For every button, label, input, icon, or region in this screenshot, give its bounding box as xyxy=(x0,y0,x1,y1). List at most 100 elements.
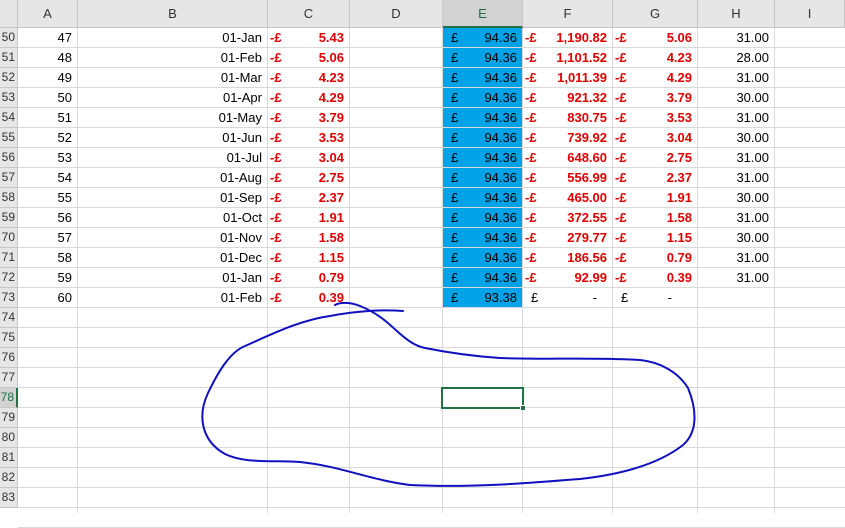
column-header-h[interactable]: H xyxy=(698,0,775,28)
cell-f[interactable]: - xyxy=(523,288,603,308)
column-header-a[interactable]: A xyxy=(18,0,78,28)
select-all-corner[interactable] xyxy=(0,0,18,28)
row-header-76[interactable]: 76 xyxy=(0,348,18,368)
row-header-77[interactable]: 77 xyxy=(0,368,18,388)
cell-h[interactable]: 31.00 xyxy=(698,148,775,168)
cell-c[interactable]: 0.39 xyxy=(268,288,350,308)
cell-h[interactable]: 31.00 xyxy=(698,168,775,188)
cell-e[interactable]: 94.36 xyxy=(443,268,523,288)
cell-a[interactable]: 48 xyxy=(18,48,78,68)
cell-f[interactable]: 648.60 xyxy=(523,148,613,168)
cell-h[interactable]: 30.00 xyxy=(698,88,775,108)
cell-c[interactable]: 4.23 xyxy=(268,68,350,88)
cell-c[interactable]: 2.75 xyxy=(268,168,350,188)
row-header-64[interactable]: 54 xyxy=(0,108,18,128)
row-header-63[interactable]: 53 xyxy=(0,88,18,108)
cell-e[interactable]: 93.38 xyxy=(443,288,523,308)
cell-e[interactable]: 94.36 xyxy=(443,108,523,128)
cell-c[interactable]: 1.58 xyxy=(268,228,350,248)
cell-c[interactable]: 1.91 xyxy=(268,208,350,228)
row-header-62[interactable]: 52 xyxy=(0,68,18,88)
cell-a[interactable]: 58 xyxy=(18,248,78,268)
cell-b[interactable]: 01-Dec xyxy=(78,248,268,268)
cell-c[interactable]: 5.43 xyxy=(268,28,350,48)
row-header-79[interactable]: 79 xyxy=(0,408,18,428)
cell-b[interactable]: 01-May xyxy=(78,108,268,128)
row-header-81[interactable]: 81 xyxy=(0,448,18,468)
spreadsheet-grid[interactable]: A B C D E F G H I 50 51 52 53 54 55 56 57 58 59 70 71 72 73 74 7… xyxy=(0,0,845,528)
cell-b[interactable]: 01-Jan xyxy=(78,268,268,288)
cell-e[interactable]: 94.36 xyxy=(443,68,523,88)
cell-h[interactable]: 31.00 xyxy=(698,108,775,128)
column-header-b[interactable]: B xyxy=(78,0,268,28)
cell-b[interactable]: 01-Jun xyxy=(78,128,268,148)
cell-e[interactable]: 94.36 xyxy=(443,248,523,268)
cell-a[interactable]: 59 xyxy=(18,268,78,288)
cell-f[interactable]: 279.77 xyxy=(523,228,613,248)
cell-f[interactable]: 830.75 xyxy=(523,108,613,128)
row-header-65[interactable]: 55 xyxy=(0,128,18,148)
cell-e[interactable]: 94.36 xyxy=(443,168,523,188)
row-header-75[interactable]: 75 xyxy=(0,328,18,348)
cell-a[interactable]: 56 xyxy=(18,208,78,228)
cell-b[interactable]: 01-Feb xyxy=(78,48,268,68)
cell-a[interactable]: 52 xyxy=(18,128,78,148)
cell-h[interactable]: 31.00 xyxy=(698,248,775,268)
row-header-74[interactable]: 74 xyxy=(0,308,18,328)
cell-b[interactable]: 01-Mar xyxy=(78,68,268,88)
cell-c[interactable]: 3.04 xyxy=(268,148,350,168)
row-header-72[interactable]: 72 xyxy=(0,268,18,288)
cell-f[interactable]: 465.00 xyxy=(523,188,613,208)
row-header-60[interactable]: 50 xyxy=(0,28,18,48)
cell-b[interactable]: 01-Aug xyxy=(78,168,268,188)
cell-g[interactable]: 5.06 xyxy=(613,28,698,48)
cell-g[interactable]: 1.91 xyxy=(613,188,698,208)
cell-e[interactable]: 94.36 xyxy=(443,228,523,248)
column-header-e[interactable]: E xyxy=(443,0,523,28)
row-header-71[interactable]: 71 xyxy=(0,248,18,268)
row-header-66[interactable]: 56 xyxy=(0,148,18,168)
cell-g[interactable]: 2.37 xyxy=(613,168,698,188)
cell-a[interactable]: 57 xyxy=(18,228,78,248)
cell-a[interactable]: 60 xyxy=(18,288,78,308)
row-header-78[interactable]: 78 xyxy=(0,388,18,408)
row-header-70[interactable]: 70 xyxy=(0,228,18,248)
cell-b[interactable]: 01-Feb xyxy=(78,288,268,308)
cell-a[interactable]: 55 xyxy=(18,188,78,208)
cell-f[interactable]: 556.99 xyxy=(523,168,613,188)
cell-e[interactable]: 94.36 xyxy=(443,208,523,228)
cell-c[interactable]: 0.79 xyxy=(268,268,350,288)
column-header-f[interactable]: F xyxy=(523,0,613,28)
cell-h[interactable]: 31.00 xyxy=(698,268,775,288)
cell-h[interactable]: 31.00 xyxy=(698,208,775,228)
cell-c[interactable]: 3.53 xyxy=(268,128,350,148)
cell-g[interactable]: 4.29 xyxy=(613,68,698,88)
cell-g[interactable]: 4.23 xyxy=(613,48,698,68)
cell-h[interactable]: 30.00 xyxy=(698,228,775,248)
cell-f[interactable]: 372.55 xyxy=(523,208,613,228)
cell-f[interactable]: 92.99 xyxy=(523,268,613,288)
cell-c[interactable]: 5.06 xyxy=(268,48,350,68)
row-header-83[interactable]: 83 xyxy=(0,488,18,508)
cell-f[interactable]: 186.56 xyxy=(523,248,613,268)
cell-g[interactable]: 0.79 xyxy=(613,248,698,268)
cell-g[interactable]: - xyxy=(613,288,678,308)
cell-g[interactable]: 1.58 xyxy=(613,208,698,228)
cell-h[interactable]: 30.00 xyxy=(698,128,775,148)
cell-a[interactable]: 53 xyxy=(18,148,78,168)
cell-h[interactable]: 30.00 xyxy=(698,188,775,208)
row-header-80[interactable]: 80 xyxy=(0,428,18,448)
cell-g[interactable]: 3.53 xyxy=(613,108,698,128)
cell-b[interactable]: 01-Nov xyxy=(78,228,268,248)
column-header-d[interactable]: D xyxy=(350,0,443,28)
cell-a[interactable]: 54 xyxy=(18,168,78,188)
cell-b[interactable]: 01-Jan xyxy=(78,28,268,48)
cell-b[interactable]: 01-Jul xyxy=(78,148,268,168)
column-header-i[interactable]: I xyxy=(775,0,845,28)
cell-f[interactable]: 1,101.52 xyxy=(523,48,613,68)
cell-e[interactable]: 94.36 xyxy=(443,148,523,168)
cell-h[interactable]: 31.00 xyxy=(698,28,775,48)
cell-b[interactable]: 01-Apr xyxy=(78,88,268,108)
fill-handle[interactable] xyxy=(520,405,526,411)
column-header-c[interactable]: C xyxy=(268,0,350,28)
